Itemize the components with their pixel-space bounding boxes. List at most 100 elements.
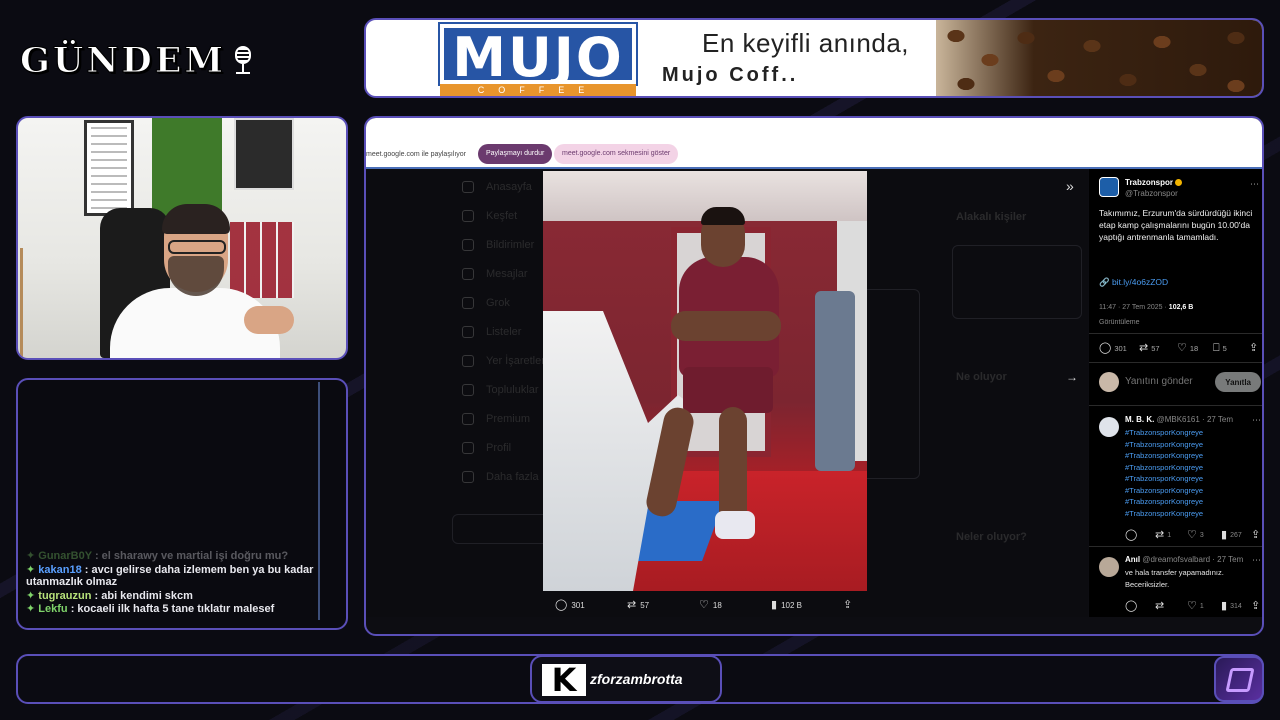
reply-icon: ◯ <box>555 599 568 611</box>
green-wall-panel <box>152 118 222 218</box>
reply-views-button[interactable]: ▮ 267 <box>1221 530 1242 541</box>
ad-tagline: Mujo Coff.. <box>662 64 799 86</box>
chat-message: ✦ kakan18 : avcı gelirse daha izlemem be… <box>26 564 332 589</box>
share-button[interactable]: ⇪ <box>1249 342 1259 354</box>
framed-jerseys <box>230 222 294 298</box>
hashtag-link[interactable]: #TrabzonsporKongreye <box>1125 473 1203 485</box>
tweet-link[interactable]: 🔗 bit.ly/4o6zZOD <box>1099 277 1168 288</box>
bookmark-button[interactable]: ⎕ 5 <box>1213 343 1227 354</box>
heart-icon: ♡ <box>1177 342 1187 354</box>
channel-brand: K zforzambrotta <box>530 655 722 703</box>
hashtag-link[interactable]: #TrabzonsporKongreye <box>1125 439 1203 451</box>
user-avatar <box>1099 372 1119 392</box>
reply-icon: ◯ <box>1099 342 1112 354</box>
reply-like-button[interactable]: ♡ 1 <box>1187 601 1204 612</box>
chat-username[interactable]: GunarB0Y <box>38 550 92 562</box>
media-like-button[interactable]: ♡ 18 <box>699 599 722 611</box>
ghost-nav-icon <box>462 239 474 251</box>
chat-text: : kocaeli ilk hafta 5 tane tıklatır male… <box>70 603 275 615</box>
next-media-icon[interactable]: → <box>1066 370 1078 384</box>
reply-button[interactable]: ◯ 301 <box>1099 342 1127 354</box>
microphone-icon <box>232 44 254 76</box>
more-options-icon[interactable]: ⋯ <box>1250 179 1259 190</box>
tweet-photo[interactable] <box>543 171 867 591</box>
media-retweet-button[interactable]: ⇄ 57 <box>627 600 649 611</box>
ghost-section-title: Neler oluyor? <box>956 531 1027 543</box>
tweet-timestamp[interactable]: 11:47 · 27 Tem 2025 · <box>1099 304 1167 311</box>
reply-share-button[interactable]: ⇪ <box>1251 601 1260 612</box>
hashtag-link[interactable]: #TrabzonsporKongreye <box>1125 496 1203 508</box>
tweet-author-handle[interactable]: @Trabzonspor <box>1125 189 1178 198</box>
retweet-icon: ⇄ <box>1139 342 1149 354</box>
ghost-nav-item: Daha fazla <box>486 471 539 483</box>
tweet-author-name[interactable]: Trabzonspor <box>1125 178 1183 187</box>
tweet-text: Takımımız, Erzurum'da sürdürdüğü ikinci … <box>1099 208 1253 242</box>
streamer-hair <box>162 204 230 234</box>
chat-username[interactable]: tugrauzun <box>38 590 91 602</box>
reply-text: ve hala transfer yapamadınız. Beceriksiz… <box>1125 568 1224 589</box>
reply-submit-button[interactable]: Yanıtla <box>1215 372 1261 392</box>
reply-item[interactable]: Anıl @dreamofsvalbard · 27 Tem ve hala t… <box>1099 555 1261 615</box>
chat-text: : el sharawy ve martial işi doğru mu? <box>94 550 289 562</box>
chat-username[interactable]: kakan18 <box>38 564 81 576</box>
corner-logo <box>1214 656 1264 702</box>
reply-like-button[interactable]: ♡ 3 <box>1187 529 1204 541</box>
trabzonspor-avatar[interactable] <box>1099 177 1119 197</box>
views-chart-icon: ▮ <box>771 599 778 611</box>
reply-reply-button[interactable]: ◯ <box>1125 601 1137 612</box>
reply-composer: Yanıtla <box>1099 372 1261 394</box>
streamer-hand <box>244 306 294 334</box>
ghost-nav-icon <box>462 471 474 483</box>
reply-reply-button[interactable]: ◯ <box>1125 530 1137 541</box>
ghost-nav-item: Yer İşaretleri <box>486 355 548 367</box>
hashtag-link[interactable]: #TrabzonsporKongreye <box>1125 450 1203 462</box>
reply-author[interactable]: Anıl @dreamofsvalbard · 27 Tem <box>1125 555 1243 564</box>
ad-banner: MUJO COFFEE En keyifli anında, Mujo Coff… <box>364 18 1264 98</box>
ghost-nav-icon <box>462 355 474 367</box>
retweet-icon: ⇄ <box>1155 600 1165 612</box>
media-reply-button[interactable]: ◯ 301 <box>555 599 585 611</box>
chat-username[interactable]: Lekfu <box>38 603 67 615</box>
heart-icon: ♡ <box>699 599 709 611</box>
more-options-icon[interactable]: ⋯ <box>1252 555 1261 566</box>
ghost-nav-item: Topluluklar <box>486 384 539 396</box>
reply-retweet-button[interactable]: ⇄ 1 <box>1155 530 1171 541</box>
stop-sharing-button[interactable]: Paylaşmayı durdur <box>478 144 553 164</box>
media-share-button[interactable]: ⇪ <box>843 600 852 611</box>
like-button[interactable]: ♡ 18 <box>1177 342 1198 354</box>
ghost-nav-item: Grok <box>486 297 510 309</box>
logo-text: GÜNDEM <box>19 39 227 81</box>
media-views-button[interactable]: ▮ 102 B <box>771 599 802 611</box>
ghost-nav-item: Profil <box>486 442 512 454</box>
chat-badge-icon: ✦ <box>26 603 39 615</box>
expand-sidebar-icon[interactable]: » <box>1066 178 1074 194</box>
reply-hashtags[interactable]: #TrabzonsporKongreye #TrabzonsporKongreye… <box>1125 427 1203 519</box>
reply-share-button[interactable]: ⇪ <box>1251 530 1260 541</box>
divider <box>1089 362 1262 363</box>
webcam-feed <box>16 116 348 360</box>
reply-author[interactable]: M. B. K. @MBK6161 · 27 Tem <box>1125 415 1233 424</box>
show-tab-button[interactable]: meet.google.com sekmesini göster <box>554 144 679 164</box>
reply-retweet-button[interactable]: ⇄ <box>1155 600 1165 612</box>
mujo-logo-sub: COFFEE <box>440 84 636 96</box>
share-icon: ⇪ <box>1249 342 1259 354</box>
hashtag-link[interactable]: #TrabzonsporKongreye <box>1125 462 1203 474</box>
zf-logo-icon <box>1225 668 1255 692</box>
hashtag-link[interactable]: #TrabzonsporKongreye <box>1125 427 1203 439</box>
heart-icon: ♡ <box>1187 529 1197 541</box>
retweet-button[interactable]: ⇄ 57 <box>1139 342 1160 354</box>
coffee-beans-image <box>936 20 1262 96</box>
reply-item[interactable]: M. B. K. @MBK6161 · 27 Tem #TrabzonsporK… <box>1099 415 1261 541</box>
reply-avatar[interactable] <box>1099 557 1119 577</box>
ghost-nav-item: Bildirimler <box>486 239 535 251</box>
reply-input[interactable] <box>1125 376 1215 387</box>
reply-views-button[interactable]: ▮ 314 <box>1221 601 1242 612</box>
chat-message: ✦ GunarB0Y : el sharawy ve martial işi d… <box>26 550 332 563</box>
chat-text: : abi kendimi skcm <box>94 589 193 602</box>
hashtag-link[interactable]: #TrabzonsporKongreye <box>1125 485 1203 497</box>
reply-avatar[interactable] <box>1099 417 1119 437</box>
gundem-logo: GÜNDEM <box>19 38 342 82</box>
more-options-icon[interactable]: ⋯ <box>1252 415 1261 426</box>
hashtag-link[interactable]: #TrabzonsporKongreye <box>1125 508 1203 520</box>
shared-screen: meet.google.com ile paylaşılıyor Paylaşm… <box>364 116 1264 636</box>
